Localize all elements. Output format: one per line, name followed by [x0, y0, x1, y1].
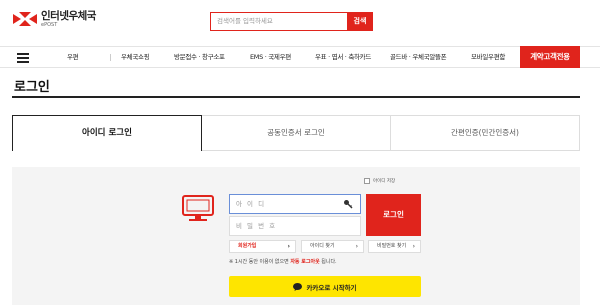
logo-title: 인터넷우체국 — [41, 10, 96, 22]
menu-icon[interactable] — [17, 53, 29, 63]
login-button[interactable]: 로그인 — [366, 194, 421, 236]
signup-button[interactable]: 회원가입 › — [229, 240, 296, 253]
search-button[interactable]: 검색 — [347, 12, 373, 31]
find-id-button[interactable]: 아이디 찾기 › — [301, 240, 364, 253]
chevron-right-icon: › — [355, 243, 358, 250]
kakao-login-label: 카카오로 시작하기 — [306, 283, 357, 292]
find-id-label: 아이디 찾기 — [310, 243, 335, 249]
nav-item-goldbar[interactable]: 골드바 · 우체국알뜰폰 — [390, 47, 447, 67]
nav-item-stamps[interactable]: 우표 · 엽서 · 축하카드 — [315, 47, 371, 67]
find-password-label: 비밀번호 찾기 — [377, 243, 407, 249]
tab-id-login[interactable]: 아이디 로그인 — [12, 115, 202, 151]
nav-item-parcel[interactable]: 방문접수 · 창구소포 — [174, 47, 225, 67]
title-divider — [12, 96, 580, 98]
contract-customer-button[interactable]: 계약고객전용 — [520, 46, 580, 68]
tab-certificate-login[interactable]: 공동인증서 로그인 — [202, 115, 391, 151]
epost-logo-icon — [13, 12, 37, 27]
key-icon[interactable] — [343, 199, 353, 209]
notice-highlight: 자동 로그아웃 — [290, 259, 320, 265]
password-input[interactable]: 비 밀 번 호 — [229, 216, 361, 236]
notice-suffix: 됩니다. — [319, 259, 337, 265]
checkbox-icon — [364, 178, 370, 184]
tab-simple-auth[interactable]: 간편인증(민간인증서) — [391, 115, 580, 151]
login-page: 인터넷우체국 ePOST 검색어를 입력하세요 검색 우편 우체국쇼핑 방문접수… — [0, 0, 600, 305]
nav-item-shopping[interactable]: 우체국쇼핑 — [121, 47, 150, 67]
site-logo[interactable]: 인터넷우체국 ePOST — [13, 11, 96, 28]
nav-item-mobile-mailbox[interactable]: 모바일우편함 — [471, 47, 505, 67]
signup-label: 회원가입 — [238, 243, 257, 249]
page-title: 로그인 — [14, 80, 50, 95]
chevron-right-icon: › — [287, 243, 290, 250]
main-nav: 우편 우체국쇼핑 방문접수 · 창구소포 EMS · 국제우편 우표 · 엽서 … — [0, 46, 600, 68]
search-bar: 검색어를 입력하세요 검색 — [210, 12, 373, 31]
chevron-right-icon: › — [412, 243, 415, 250]
search-input[interactable]: 검색어를 입력하세요 — [210, 12, 347, 31]
nav-item-ems[interactable]: EMS · 국제우편 — [250, 47, 291, 67]
computer-icon — [182, 195, 214, 221]
nav-divider — [110, 54, 111, 61]
save-id-checkbox[interactable]: 아이디 저장 — [364, 178, 395, 184]
nav-item-mail[interactable]: 우편 — [67, 47, 79, 67]
save-id-label: 아이디 저장 — [373, 179, 396, 184]
auto-logout-notice: ※ 1시간 동안 이용이 없으면 자동 로그아웃 됩니다. — [229, 258, 337, 265]
site-header: 인터넷우체국 ePOST 검색어를 입력하세요 검색 — [0, 0, 600, 44]
logo-subtitle: ePOST — [41, 21, 58, 28]
kakao-speech-bubble-icon — [293, 282, 303, 291]
id-input[interactable]: 아 이 디 — [229, 194, 361, 214]
find-password-button[interactable]: 비밀번호 찾기 › — [368, 240, 421, 253]
notice-prefix: ※ 1시간 동안 이용이 없으면 — [229, 259, 291, 265]
login-tabs: 아이디 로그인 공동인증서 로그인 간편인증(민간인증서) — [12, 115, 580, 151]
kakao-login-button[interactable]: 카카오로 시작하기 — [229, 276, 421, 297]
